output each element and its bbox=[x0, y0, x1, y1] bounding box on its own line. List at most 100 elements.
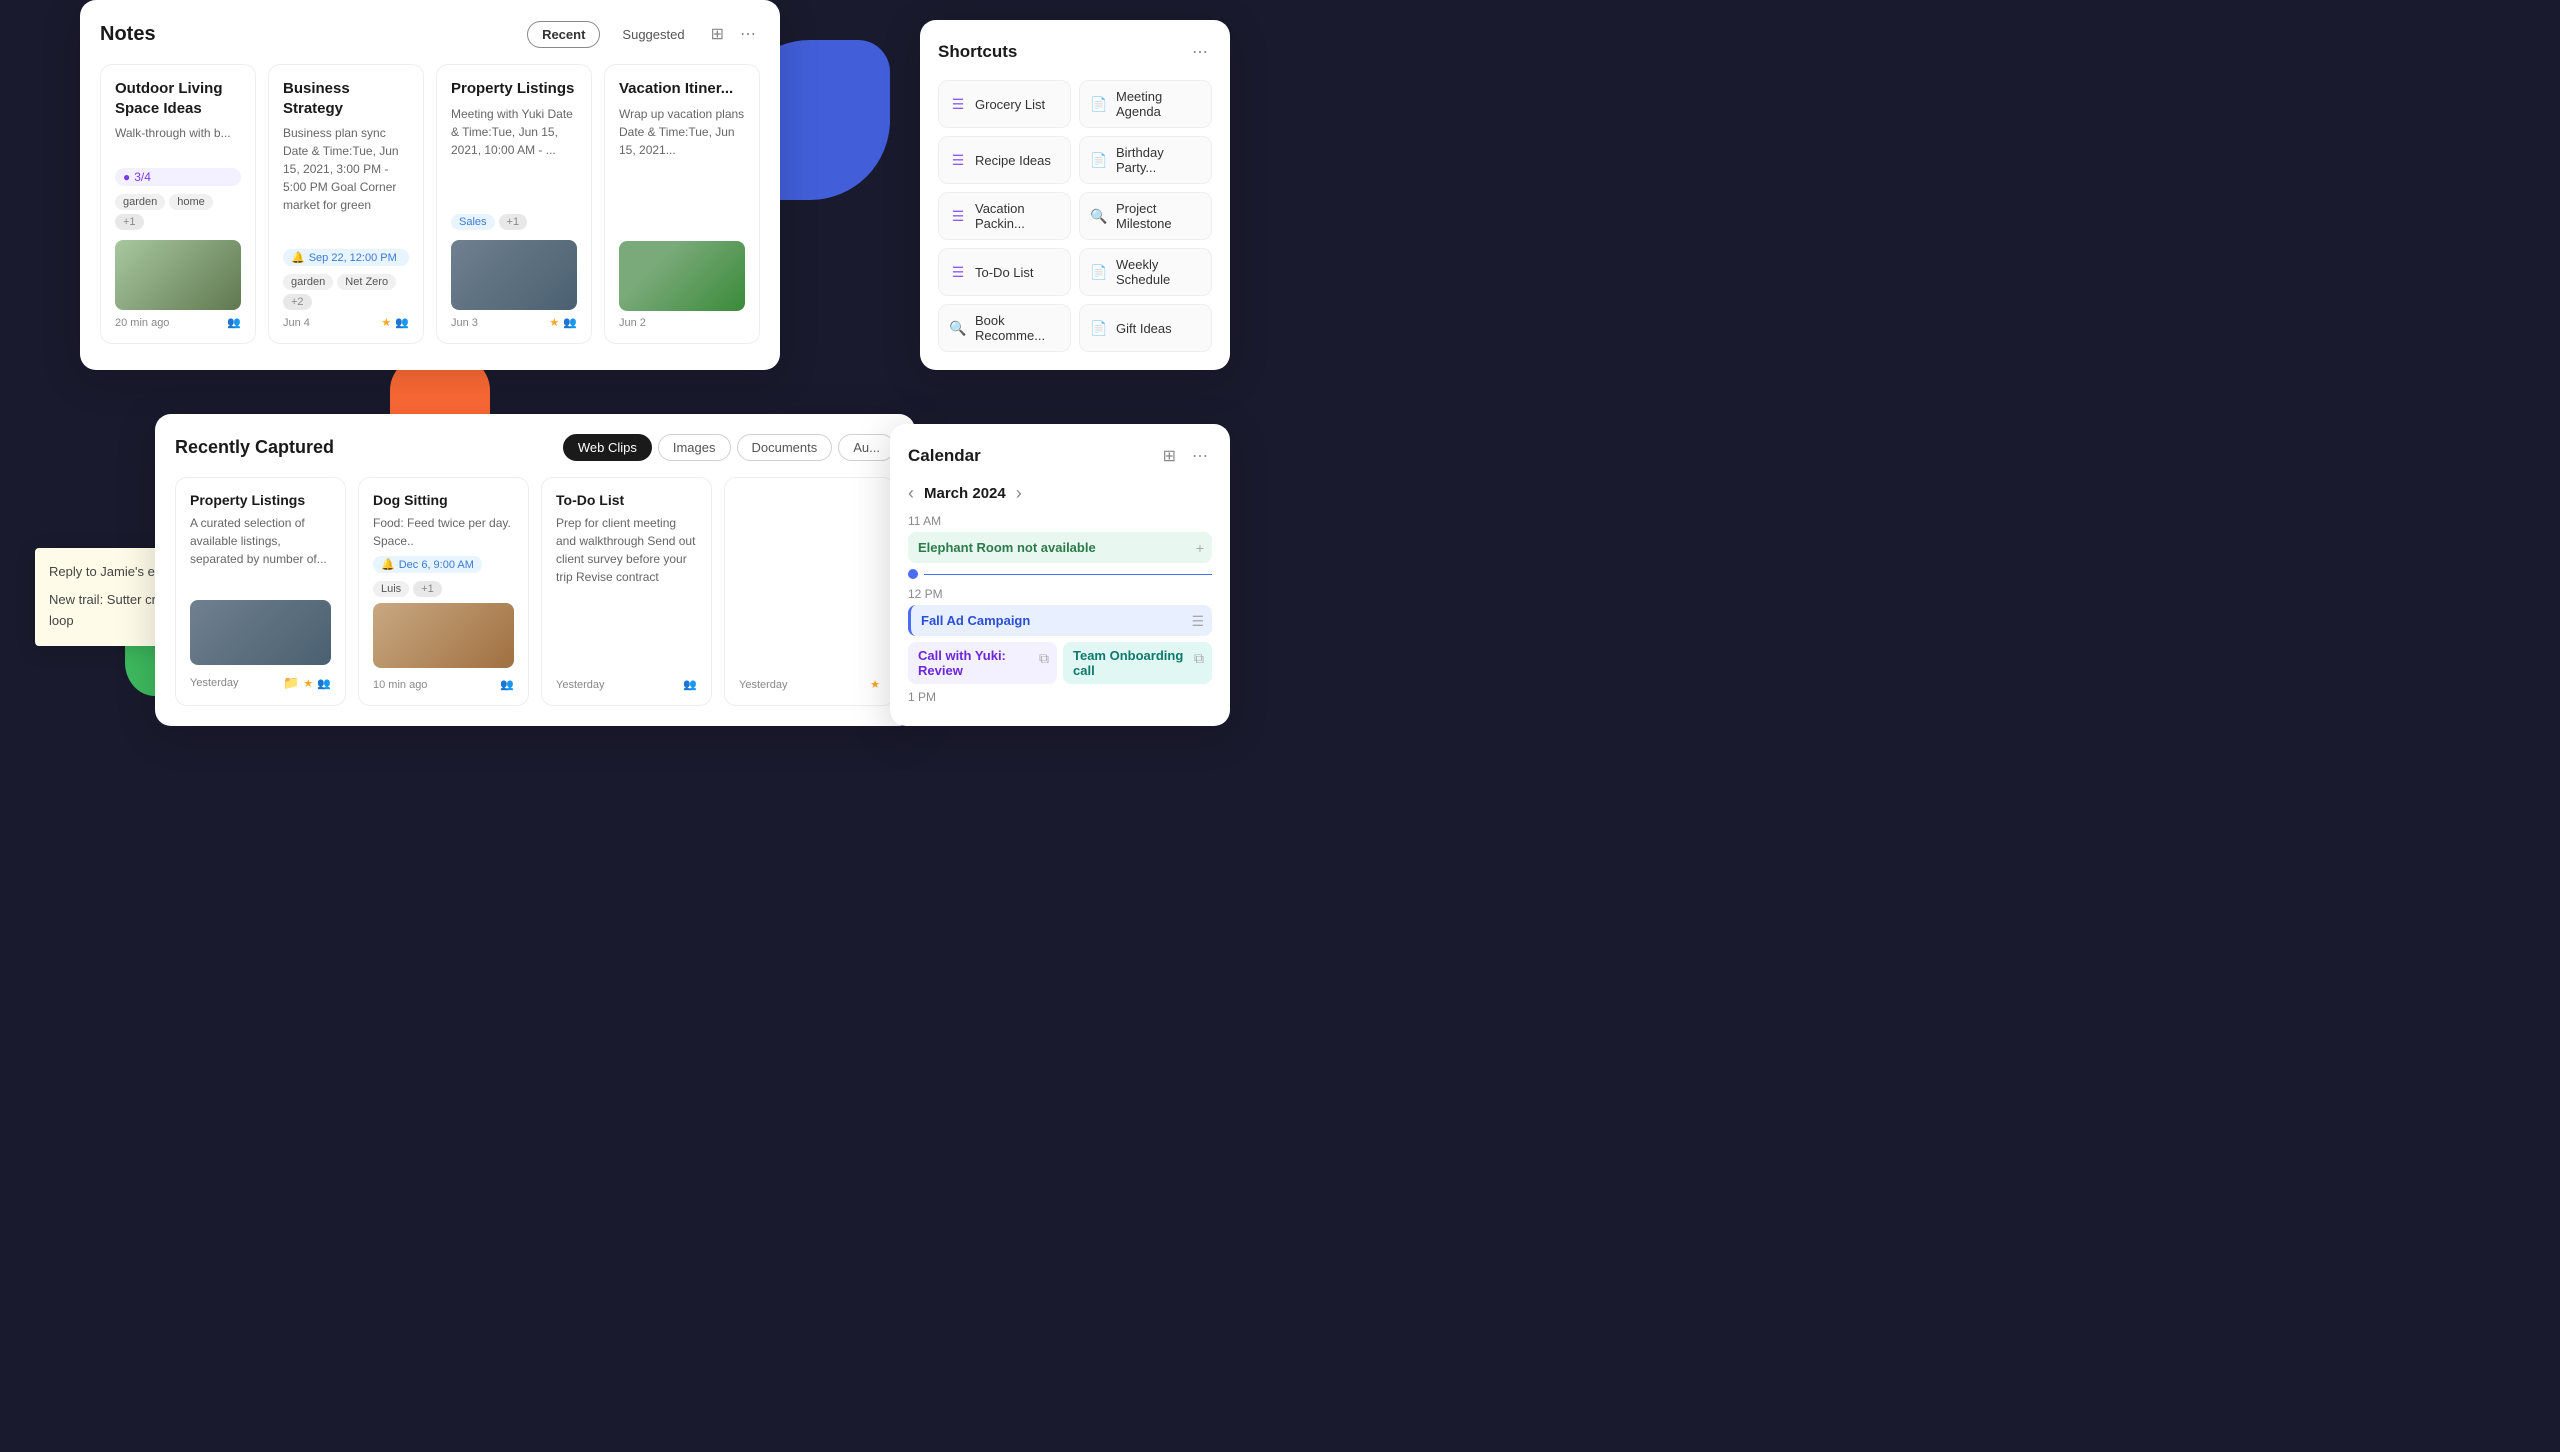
note-card-body: Meeting with Yuki Date & Time:Tue, Jun 1… bbox=[451, 105, 577, 207]
alarm-badge: 🔔 Dec 6, 9:00 AM bbox=[373, 556, 482, 573]
note-card-body: Walk-through with b... bbox=[115, 124, 241, 162]
recent-card-image bbox=[373, 603, 514, 668]
note-card-title: Business Strategy bbox=[283, 79, 409, 118]
note-card-property[interactable]: Property Listings Meeting with Yuki Date… bbox=[436, 64, 592, 344]
people-icon: 👥 bbox=[683, 678, 697, 691]
list-icon: ☰ bbox=[949, 207, 967, 225]
note-image-inner bbox=[115, 240, 241, 310]
doc-icon: 📄 bbox=[1090, 319, 1108, 337]
tag-more: +1 bbox=[499, 214, 528, 230]
shortcut-label: Book Recomme... bbox=[975, 313, 1060, 343]
recent-card-todo[interactable]: To-Do List Prep for client meeting and w… bbox=[541, 477, 712, 706]
more-options-button[interactable]: ⋯ bbox=[736, 20, 760, 48]
calendar-next-button[interactable]: › bbox=[1016, 484, 1022, 502]
alarm-icon: 🔔 bbox=[291, 251, 305, 264]
note-card-vacation[interactable]: Vacation Itiner... Wrap up vacation plan… bbox=[604, 64, 760, 344]
notes-header: Notes Recent Suggested ⊞ ⋯ bbox=[100, 20, 760, 48]
calendar-panel: Calendar ⊞ ⋯ ‹ March 2024 › 11 AM Elepha… bbox=[890, 424, 1230, 726]
recent-card-extra[interactable]: Yesterday ★ bbox=[724, 477, 895, 706]
note-footer: Jun 2 bbox=[619, 317, 745, 329]
calendar-more-button[interactable]: ⋯ bbox=[1188, 442, 1212, 470]
tab-images[interactable]: Images bbox=[658, 434, 731, 461]
tag-sales: Sales bbox=[451, 214, 495, 230]
recent-date: Yesterday bbox=[190, 677, 239, 689]
shortcut-meeting-agenda[interactable]: 📄 Meeting Agenda bbox=[1079, 80, 1212, 128]
list-view-button[interactable]: ⊞ bbox=[707, 20, 728, 48]
tab-suggested[interactable]: Suggested bbox=[608, 22, 698, 47]
recent-footer: Yesterday 👥 bbox=[556, 678, 697, 691]
note-card-outdoor[interactable]: Outdoor Living Space Ideas Walk-through … bbox=[100, 64, 256, 344]
recent-date: Yesterday bbox=[556, 679, 605, 691]
calendar-event-team[interactable]: Team Onboarding call ⧉ bbox=[1063, 642, 1212, 684]
copy-icon: ⧉ bbox=[1039, 650, 1049, 667]
recent-grid: Property Listings A curated selection of… bbox=[175, 477, 895, 706]
shortcut-todo-list[interactable]: ☰ To-Do List bbox=[938, 248, 1071, 296]
note-card-business[interactable]: Business Strategy Business plan sync Dat… bbox=[268, 64, 424, 344]
alarm-badge: 🔔 Sep 22, 12:00 PM bbox=[283, 249, 409, 266]
note-footer: 20 min ago 👥 bbox=[115, 316, 241, 329]
note-footer: Jun 3 ★ 👥 bbox=[451, 316, 577, 329]
list-icon: ☰ bbox=[949, 263, 967, 281]
shortcut-vacation-packing[interactable]: ☰ Vacation Packin... bbox=[938, 192, 1071, 240]
notes-grid: Outdoor Living Space Ideas Walk-through … bbox=[100, 64, 760, 344]
calendar-prev-button[interactable]: ‹ bbox=[908, 484, 914, 502]
tag-garden: garden bbox=[115, 194, 165, 210]
shortcuts-panel: Shortcuts ⋯ ☰ Grocery List 📄 Meeting Age… bbox=[920, 20, 1230, 370]
event-title: Elephant Room not available bbox=[918, 540, 1096, 555]
recent-card-body: Prep for client meeting and walkthrough … bbox=[556, 514, 697, 668]
shortcut-label: Recipe Ideas bbox=[975, 153, 1051, 168]
doc-icon: 📄 bbox=[1090, 263, 1108, 281]
recent-card-dog-sitting[interactable]: Dog Sitting Food: Feed twice per day. Sp… bbox=[358, 477, 529, 706]
shortcut-label: Vacation Packin... bbox=[975, 201, 1060, 231]
recent-card-property[interactable]: Property Listings A curated selection of… bbox=[175, 477, 346, 706]
doc-icon: 📄 bbox=[1090, 151, 1108, 169]
shortcuts-more-button[interactable]: ⋯ bbox=[1188, 38, 1212, 66]
note-date: Jun 4 bbox=[283, 317, 310, 329]
search-icon: 🔍 bbox=[1090, 207, 1108, 225]
shortcut-label: Meeting Agenda bbox=[1116, 89, 1201, 119]
tab-audio[interactable]: Au... bbox=[838, 434, 895, 461]
alarm-text: Sep 22, 12:00 PM bbox=[309, 252, 397, 264]
people-icon: 👥 bbox=[395, 316, 409, 329]
calendar-header: Calendar ⊞ ⋯ bbox=[908, 442, 1212, 470]
recent-footer: 10 min ago 👥 bbox=[373, 678, 514, 691]
calendar-event-call[interactable]: Call with Yuki: Review ⧉ bbox=[908, 642, 1057, 684]
recent-card-title: Property Listings bbox=[190, 492, 331, 508]
shortcut-weekly-schedule[interactable]: 📄 Weekly Schedule bbox=[1079, 248, 1212, 296]
people-icon: 👥 bbox=[227, 316, 241, 329]
tab-web-clips[interactable]: Web Clips bbox=[563, 434, 652, 461]
list-icon: ☰ bbox=[949, 95, 967, 113]
note-date: Jun 2 bbox=[619, 317, 646, 329]
tag-more: +1 bbox=[413, 581, 442, 597]
calendar-event-fall[interactable]: Fall Ad Campaign ☰ bbox=[908, 605, 1212, 636]
recent-footer: Yesterday ★ bbox=[739, 678, 880, 691]
note-card-title: Property Listings bbox=[451, 79, 577, 99]
shortcut-gift-ideas[interactable]: 📄 Gift Ideas bbox=[1079, 304, 1212, 352]
calendar-add-button[interactable]: ⊞ bbox=[1159, 442, 1180, 470]
shortcut-recipe-ideas[interactable]: ☰ Recipe Ideas bbox=[938, 136, 1071, 184]
shortcut-book-recommendations[interactable]: 🔍 Book Recomme... bbox=[938, 304, 1071, 352]
shortcut-label: Birthday Party... bbox=[1116, 145, 1201, 175]
note-footer-icons: 👥 bbox=[227, 316, 241, 329]
star-icon: ★ bbox=[870, 678, 880, 691]
shortcut-birthday-party[interactable]: 📄 Birthday Party... bbox=[1079, 136, 1212, 184]
calendar-event-elephant[interactable]: Elephant Room not available + bbox=[908, 532, 1212, 563]
tag-home: home bbox=[169, 194, 213, 210]
tab-recent[interactable]: Recent bbox=[527, 21, 600, 48]
note-card-body: Business plan sync Date & Time:Tue, Jun … bbox=[283, 124, 409, 243]
shortcuts-title: Shortcuts bbox=[938, 42, 1017, 62]
people-icon: 👥 bbox=[500, 678, 514, 691]
time-11am: 11 AM bbox=[908, 514, 1212, 528]
shortcut-label: Gift Ideas bbox=[1116, 321, 1172, 336]
note-tags: Luis +1 bbox=[373, 581, 514, 597]
shortcut-project-milestone[interactable]: 🔍 Project Milestone bbox=[1079, 192, 1212, 240]
property-image bbox=[190, 600, 331, 665]
tag-more: +2 bbox=[283, 294, 312, 310]
recently-captured-panel: Recently Captured Web Clips Images Docum… bbox=[155, 414, 915, 726]
shortcut-grocery-list[interactable]: ☰ Grocery List bbox=[938, 80, 1071, 128]
tab-documents[interactable]: Documents bbox=[737, 434, 833, 461]
note-card-title: Vacation Itiner... bbox=[619, 79, 745, 99]
note-tags: garden Net Zero +2 bbox=[283, 274, 409, 310]
note-progress: ● 3/4 bbox=[115, 168, 241, 186]
recent-date: 10 min ago bbox=[373, 679, 427, 691]
